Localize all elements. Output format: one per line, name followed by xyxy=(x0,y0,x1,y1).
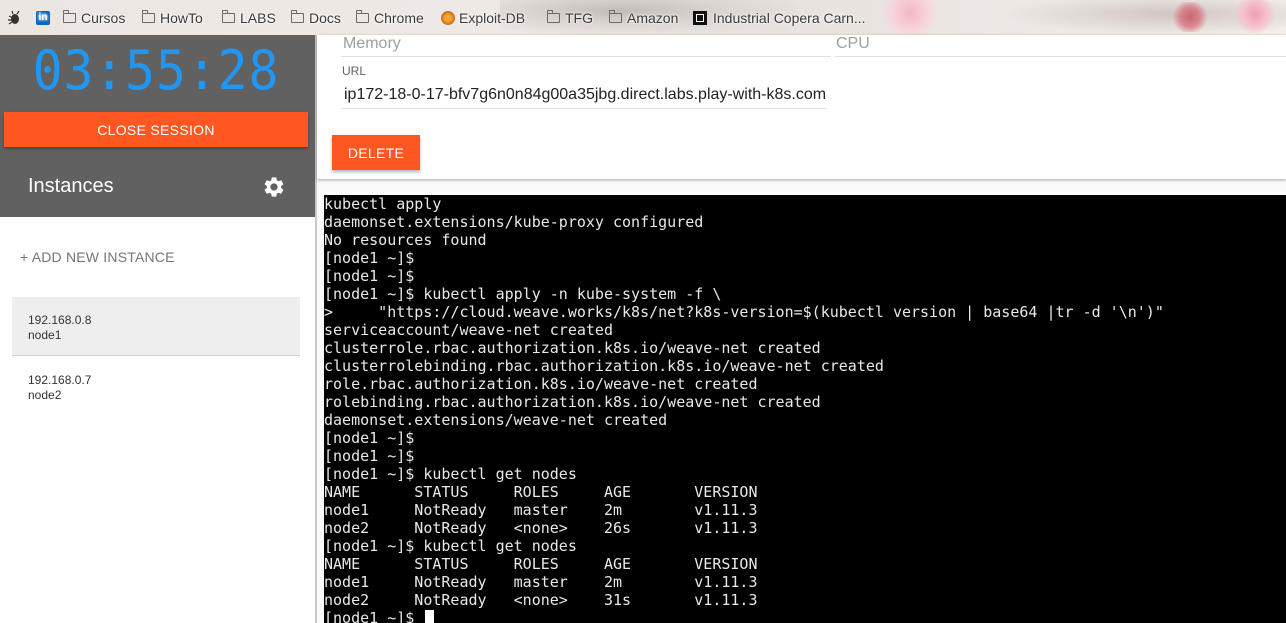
instance-ip: 192.168.0.7 xyxy=(28,373,92,387)
instance-item-node2[interactable]: 192.168.0.7 node2 xyxy=(12,357,300,415)
sidebar: 03:55:28 CLOSE SESSION Instances + ADD N… xyxy=(0,35,316,623)
add-new-instance-button[interactable]: + ADD NEW INSTANCE xyxy=(20,249,175,265)
bookmark-label: Industrial Copera Carn... xyxy=(713,9,866,26)
cpu-label: CPU xyxy=(836,35,870,52)
wallpaper-decoration xyxy=(880,0,940,35)
terminal-line: clusterrole.rbac.authorization.k8s.io/we… xyxy=(324,339,821,357)
terminal-line: [node1 ~]$ kubectl apply -n kube-system … xyxy=(324,285,722,303)
bookmark-label: HowTo xyxy=(160,9,203,26)
bookmark-label: Cursos xyxy=(81,9,126,26)
bookmark-exploit-db[interactable]: Exploit-DB xyxy=(441,0,525,35)
bookmark-label: Amazon xyxy=(627,9,679,26)
terminal-line: [node1 ~]$ kubectl get nodes xyxy=(324,537,577,555)
terminal-line: role.rbac.authorization.k8s.io/weave-net… xyxy=(324,375,758,393)
bookmark-label: Exploit-DB xyxy=(459,9,526,26)
linkedin-icon: in xyxy=(36,10,50,25)
terminal-cursor xyxy=(425,610,435,623)
bookmark-cursos[interactable]: Cursos xyxy=(63,0,125,35)
memory-field xyxy=(341,56,831,57)
bookmark-label: TFG xyxy=(565,9,593,26)
bookmarks-bar: in Cursos HowTo LABS Docs Chrome Exploit… xyxy=(0,0,1286,35)
bookmark-labs[interactable]: LABS xyxy=(222,0,276,35)
bookmark-linkedin[interactable]: in xyxy=(36,0,50,35)
folder-icon xyxy=(291,9,304,23)
folder-icon xyxy=(142,9,155,23)
folder-icon xyxy=(609,9,622,23)
terminal-line: node2 NotReady <none> 26s v1.11.3 xyxy=(324,519,758,537)
cpu-field xyxy=(835,56,1286,57)
terminal-line: node1 NotReady master 2m v1.11.3 xyxy=(324,573,758,591)
terminal-line: [node1 ~]$ xyxy=(324,429,415,447)
terminal[interactable]: kubectl apply daemonset.extensions/kube-p… xyxy=(324,195,1286,623)
instance-details-card: Memory CPU URL ip172-18-0-17-bfv7g6n0n84… xyxy=(317,35,1286,179)
terminal-prompt-line[interactable]: [node1 ~]$ xyxy=(324,609,435,623)
bookmark-tfg[interactable]: TFG xyxy=(547,0,593,35)
site-icon xyxy=(693,10,707,25)
folder-icon xyxy=(356,9,369,23)
terminal-line: daemonset.extensions/weave-net created xyxy=(324,411,668,429)
instance-hostname: node2 xyxy=(28,388,62,402)
bookmark-industrial-copera[interactable]: Industrial Copera Carn... xyxy=(693,0,866,35)
exploit-db-icon xyxy=(441,10,455,25)
terminal-line: clusterrolebinding.rbac.authorization.k8… xyxy=(324,357,884,375)
url-field[interactable]: ip172-18-0-17-bfv7g6n0n84g00a35jbg.direc… xyxy=(344,86,826,104)
instance-ip: 192.168.0.8 xyxy=(28,313,92,327)
bookmark-label: LABS xyxy=(240,9,276,26)
close-session-button[interactable]: CLOSE SESSION xyxy=(4,112,308,147)
bookmark-bug[interactable] xyxy=(7,0,21,35)
bug-icon xyxy=(8,10,20,24)
gear-icon[interactable] xyxy=(262,175,286,199)
terminal-line: daemonset.extensions/kube-proxy configur… xyxy=(324,213,704,231)
bookmark-label: Docs xyxy=(309,9,341,26)
terminal-line: No resources found xyxy=(324,231,487,249)
folder-icon xyxy=(63,9,76,23)
bookmark-docs[interactable]: Docs xyxy=(291,0,341,35)
bookmark-howto[interactable]: HowTo xyxy=(142,0,203,35)
delete-button[interactable]: DELETE xyxy=(332,135,420,170)
terminal-prompt: [node1 ~]$ xyxy=(324,609,424,623)
sidebar-header: 03:55:28 CLOSE SESSION Instances xyxy=(0,35,316,217)
bookmark-label: Chrome xyxy=(374,9,424,26)
terminal-line: [node1 ~]$ kubectl get nodes xyxy=(324,465,577,483)
folder-icon xyxy=(222,9,235,23)
terminal-line: NAME STATUS ROLES AGE VERSION xyxy=(324,483,758,501)
memory-label: Memory xyxy=(343,35,401,52)
instance-hostname: node1 xyxy=(28,328,62,342)
terminal-line: [node1 ~]$ xyxy=(324,249,415,267)
session-timer: 03:55:28 xyxy=(32,39,280,102)
bookmark-chrome[interactable]: Chrome xyxy=(356,0,424,35)
terminal-line: NAME STATUS ROLES AGE VERSION xyxy=(324,555,758,573)
terminal-line: > "https://cloud.weave.works/k8s/net?k8s… xyxy=(324,303,1164,321)
bookmark-amazon[interactable]: Amazon xyxy=(609,0,678,35)
terminal-line: rolebinding.rbac.authorization.k8s.io/we… xyxy=(324,393,821,411)
instance-item-node1[interactable]: 192.168.0.8 node1 xyxy=(12,297,300,356)
instances-title: Instances xyxy=(28,175,114,197)
terminal-line: serviceaccount/weave-net created xyxy=(324,321,613,339)
terminal-line: node2 NotReady <none> 31s v1.11.3 xyxy=(324,591,758,609)
wallpaper-decoration xyxy=(1235,0,1275,34)
terminal-line: [node1 ~]$ xyxy=(324,267,415,285)
terminal-line: [node1 ~]$ xyxy=(324,447,415,465)
url-underline xyxy=(341,108,827,109)
url-label: URL xyxy=(342,64,367,78)
terminal-line: kubectl apply xyxy=(324,195,442,213)
wallpaper-decoration xyxy=(1170,2,1210,32)
terminal-line: node1 NotReady master 2m v1.11.3 xyxy=(324,501,758,519)
folder-icon xyxy=(547,9,560,23)
